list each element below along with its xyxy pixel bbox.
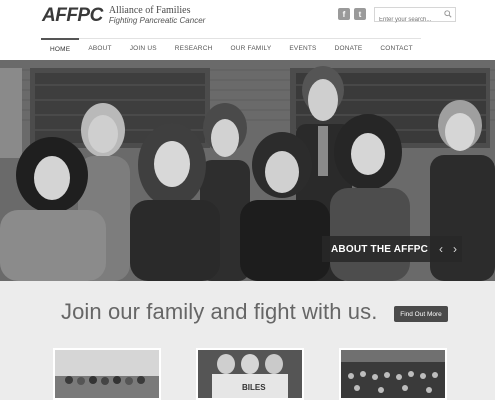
facebook-icon[interactable]: f <box>338 8 350 20</box>
site-header: AFFPC Alliance of Families Fighting Panc… <box>0 0 495 60</box>
logo-wordmark: AFFPC <box>42 5 103 26</box>
thumbnail-outdoor-group[interactable] <box>53 348 161 400</box>
join-tagline: Join our family and fight with us. <box>61 299 378 324</box>
logo-tagline-line2: Fighting Pancreatic Cancer <box>108 16 206 25</box>
search-icon[interactable] <box>444 10 452 18</box>
nav-join-us[interactable]: JOIN US <box>121 39 166 58</box>
hero-caption[interactable]: ABOUT THE AFFPC ‹ › <box>322 236 462 262</box>
nav-donate[interactable]: DONATE <box>326 39 372 58</box>
logo-tagline-line1: Alliance of Families <box>108 5 191 16</box>
thumbnail-crowd-event[interactable] <box>339 348 447 400</box>
twitter-icon[interactable]: t <box>354 8 366 20</box>
hero-slider: ABOUT THE AFFPC ‹ › <box>0 60 495 281</box>
thumbnail-outdoor-group-image <box>55 350 159 398</box>
social-links: f t <box>338 8 366 20</box>
nav-research[interactable]: RESEARCH <box>166 39 222 58</box>
nav-home[interactable]: HOME <box>41 38 80 58</box>
hero-caption-title[interactable]: ABOUT THE AFFPC <box>322 244 434 255</box>
site-logo[interactable]: AFFPC Alliance of Families Fighting Panc… <box>42 5 205 29</box>
thumbnail-sign-text: BILES <box>242 383 266 392</box>
main-nav: HOME ABOUT JOIN US RESEARCH OUR FAMILY E… <box>41 38 421 58</box>
search-box <box>374 7 456 27</box>
nav-contact[interactable]: CONTACT <box>371 39 421 58</box>
nav-about[interactable]: ABOUT <box>79 39 120 58</box>
thumbnail-crowd-event-image <box>341 350 445 398</box>
slider-prev-icon[interactable]: ‹ <box>434 242 448 256</box>
search-input[interactable] <box>375 13 441 27</box>
logo-tagline: Alliance of Families Fighting Pancreatic… <box>109 6 206 26</box>
thumbnail-family-event-image: BILES <box>198 350 302 398</box>
nav-our-family[interactable]: OUR FAMILY <box>221 39 280 58</box>
find-out-more-button[interactable]: Find Out More <box>394 306 448 322</box>
thumbnail-family-event[interactable]: BILES <box>196 348 304 400</box>
nav-events[interactable]: EVENTS <box>280 39 325 58</box>
slider-next-icon[interactable]: › <box>448 242 462 256</box>
